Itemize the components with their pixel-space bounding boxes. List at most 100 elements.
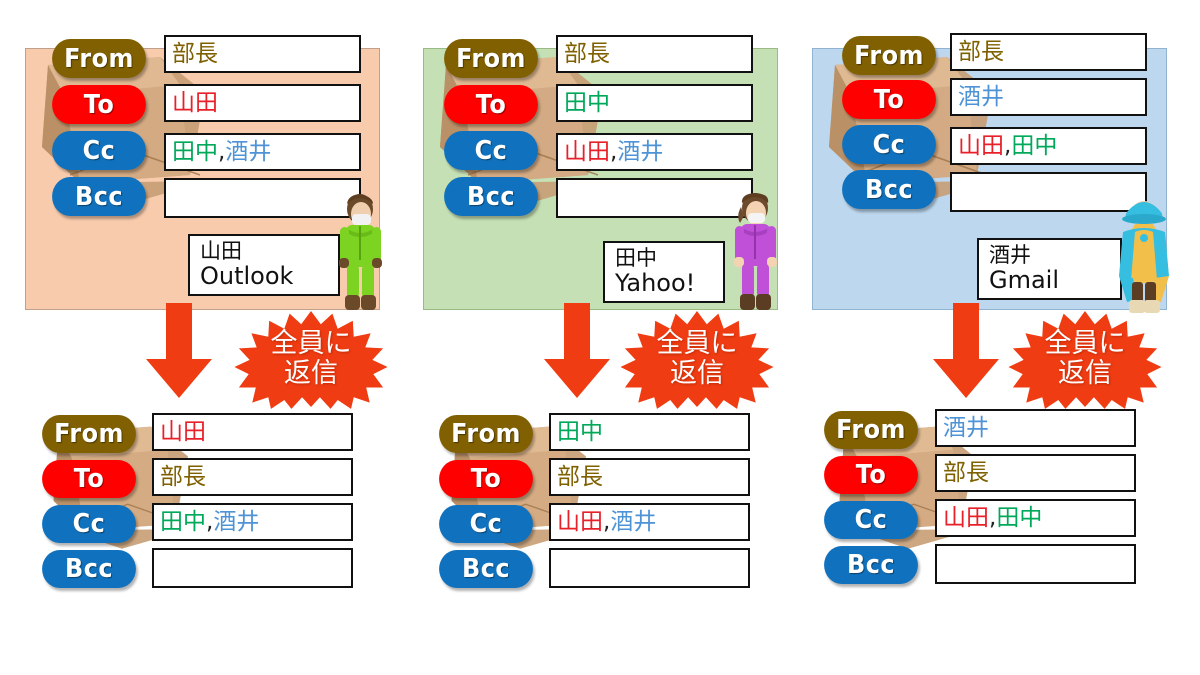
label-to-text: To (83, 89, 115, 120)
reply-bcc-field-outlook[interactable] (152, 548, 353, 588)
label-from-text: From (64, 43, 134, 74)
reply-label-from-text-yahoo: From (451, 419, 521, 449)
reply-to-field-outlook[interactable]: 部長 (152, 458, 353, 496)
reply-label-cc-text-gmail: Cc (854, 505, 888, 535)
from-value-outlook: 部長 (172, 40, 218, 67)
from-value-yahoo: 部長 (564, 40, 610, 67)
reply-label-cc-gmail: Cc (824, 501, 918, 539)
label-cc-text-gmail: Cc (872, 129, 906, 160)
label-cc-text-yahoo: Cc (474, 135, 508, 166)
label-cc-gmail: Cc (842, 125, 936, 164)
reply-label-bcc-yahoo: Bcc (439, 550, 533, 588)
reply-to-value-outlook: 部長 (160, 463, 206, 490)
slide-canvas: 部長 山田 田中 , 酒井 From To Cc Bcc 山田 Outlook (0, 0, 1200, 675)
reply-from-value-outlook: 山田 (160, 418, 206, 445)
reply-label-to-text-yahoo: To (470, 464, 502, 494)
reply-cc-field-outlook[interactable]: 田中 , 酒井 (152, 503, 353, 541)
client-app-outlook: Outlook (200, 262, 294, 291)
mail-client-note-gmail: 酒井 Gmail (977, 238, 1122, 300)
to-field-yahoo[interactable]: 田中 (556, 84, 753, 122)
reply-cc-value-1-yahoo: 山田 (557, 508, 603, 535)
reply-cc-value-2-yahoo: 酒井 (610, 508, 657, 535)
cc-value-2-gmail: 田中 (1011, 132, 1058, 159)
reply-cc-value-2-gmail: 田中 (996, 504, 1043, 531)
reply-cc-field-gmail[interactable]: 山田 , 田中 (935, 499, 1136, 537)
reply-label-bcc-text-gmail: Bcc (847, 550, 895, 580)
label-bcc-text-yahoo: Bcc (467, 181, 515, 212)
reply-label-to-yahoo: To (439, 460, 533, 498)
from-field-gmail[interactable]: 部長 (950, 33, 1147, 71)
cc-field-gmail[interactable]: 山田 , 田中 (950, 127, 1147, 165)
blue-cloak-avatar (1119, 201, 1169, 313)
reply-label-to-text: To (73, 464, 105, 494)
to-value-yahoo: 田中 (564, 89, 610, 116)
reply-cc-separator-yahoo: , (603, 508, 611, 535)
to-field-gmail[interactable]: 酒井 (950, 78, 1147, 116)
reply-arrow-yahoo (544, 303, 610, 398)
reply-label-cc-text: Cc (72, 509, 106, 539)
client-app-yahoo: Yahoo! (615, 269, 696, 298)
reply-from-field-yahoo[interactable]: 田中 (549, 413, 750, 451)
reply-cc-value-1-gmail: 山田 (943, 504, 989, 531)
cc-value-2-outlook: 酒井 (225, 138, 272, 165)
cc-field-yahoo[interactable]: 山田 , 酒井 (556, 133, 753, 171)
cc-separator-outlook: , (218, 138, 226, 165)
cc-field-outlook[interactable]: 田中 , 酒井 (164, 133, 361, 171)
reply-label-bcc-text-yahoo: Bcc (462, 554, 510, 584)
label-to-outlook: To (52, 85, 146, 124)
reply-cc-value-1-outlook: 田中 (160, 508, 206, 535)
reply-bcc-field-yahoo[interactable] (549, 548, 750, 588)
cc-value-1-outlook: 田中 (172, 138, 218, 165)
from-value-gmail: 部長 (958, 38, 1004, 65)
to-value-outlook: 山田 (172, 89, 218, 116)
client-app-gmail: Gmail (989, 266, 1060, 295)
label-bcc-text: Bcc (75, 181, 123, 212)
label-bcc-gmail: Bcc (842, 170, 936, 209)
reply-cc-separator-outlook: , (206, 508, 214, 535)
mail-client-note-outlook: 山田 Outlook (188, 234, 340, 296)
reply-arrow-gmail (933, 303, 999, 398)
reply-label-from-yahoo: From (439, 415, 533, 453)
label-bcc-outlook: Bcc (52, 177, 146, 216)
reply-from-value-gmail: 酒井 (943, 414, 989, 441)
reply-label-from-text-gmail: From (836, 415, 906, 445)
from-field-yahoo[interactable]: 部長 (556, 35, 753, 73)
label-to-gmail: To (842, 80, 936, 119)
reply-to-field-gmail[interactable]: 部長 (935, 454, 1136, 492)
label-from-text-yahoo: From (456, 43, 526, 74)
cc-separator-gmail: , (1004, 132, 1012, 159)
cc-value-1-yahoo: 山田 (564, 138, 610, 165)
label-from-outlook: From (52, 39, 146, 78)
reply-to-value-yahoo: 部長 (557, 463, 603, 490)
label-from-text-gmail: From (854, 40, 924, 71)
reply-from-field-outlook[interactable]: 山田 (152, 413, 353, 451)
label-from-yahoo: From (444, 39, 538, 78)
from-field-outlook[interactable]: 部長 (164, 35, 361, 73)
label-to-yahoo: To (444, 85, 538, 124)
label-to-text-gmail: To (873, 84, 905, 115)
reply-all-burst-outlook: 全員に 返信 (222, 309, 400, 409)
label-bcc-text-gmail: Bcc (865, 174, 913, 205)
reply-label-to-gmail: To (824, 456, 918, 494)
label-cc-text: Cc (82, 135, 116, 166)
reply-label-cc-text-yahoo: Cc (469, 509, 503, 539)
reply-label-from-gmail: From (824, 411, 918, 449)
label-to-text-yahoo: To (475, 89, 507, 120)
reply-to-field-yahoo[interactable]: 部長 (549, 458, 750, 496)
reply-label-bcc-gmail: Bcc (824, 546, 918, 584)
bcc-field-yahoo[interactable] (556, 178, 753, 218)
reply-label-from-outlook: From (42, 415, 136, 453)
reply-label-bcc-text: Bcc (65, 554, 113, 584)
reply-cc-separator-gmail: , (989, 504, 997, 531)
label-bcc-yahoo: Bcc (444, 177, 538, 216)
reply-label-cc-yahoo: Cc (439, 505, 533, 543)
to-field-outlook[interactable]: 山田 (164, 84, 361, 122)
mail-client-note-yahoo: 田中 Yahoo! (603, 241, 725, 303)
reply-cc-field-yahoo[interactable]: 山田 , 酒井 (549, 503, 750, 541)
reply-label-to-text-gmail: To (855, 460, 887, 490)
reply-label-to-outlook: To (42, 460, 136, 498)
reply-from-field-gmail[interactable]: 酒井 (935, 409, 1136, 447)
to-value-gmail: 酒井 (958, 83, 1004, 110)
reply-bcc-field-gmail[interactable] (935, 544, 1136, 584)
reply-from-value-yahoo: 田中 (557, 418, 603, 445)
